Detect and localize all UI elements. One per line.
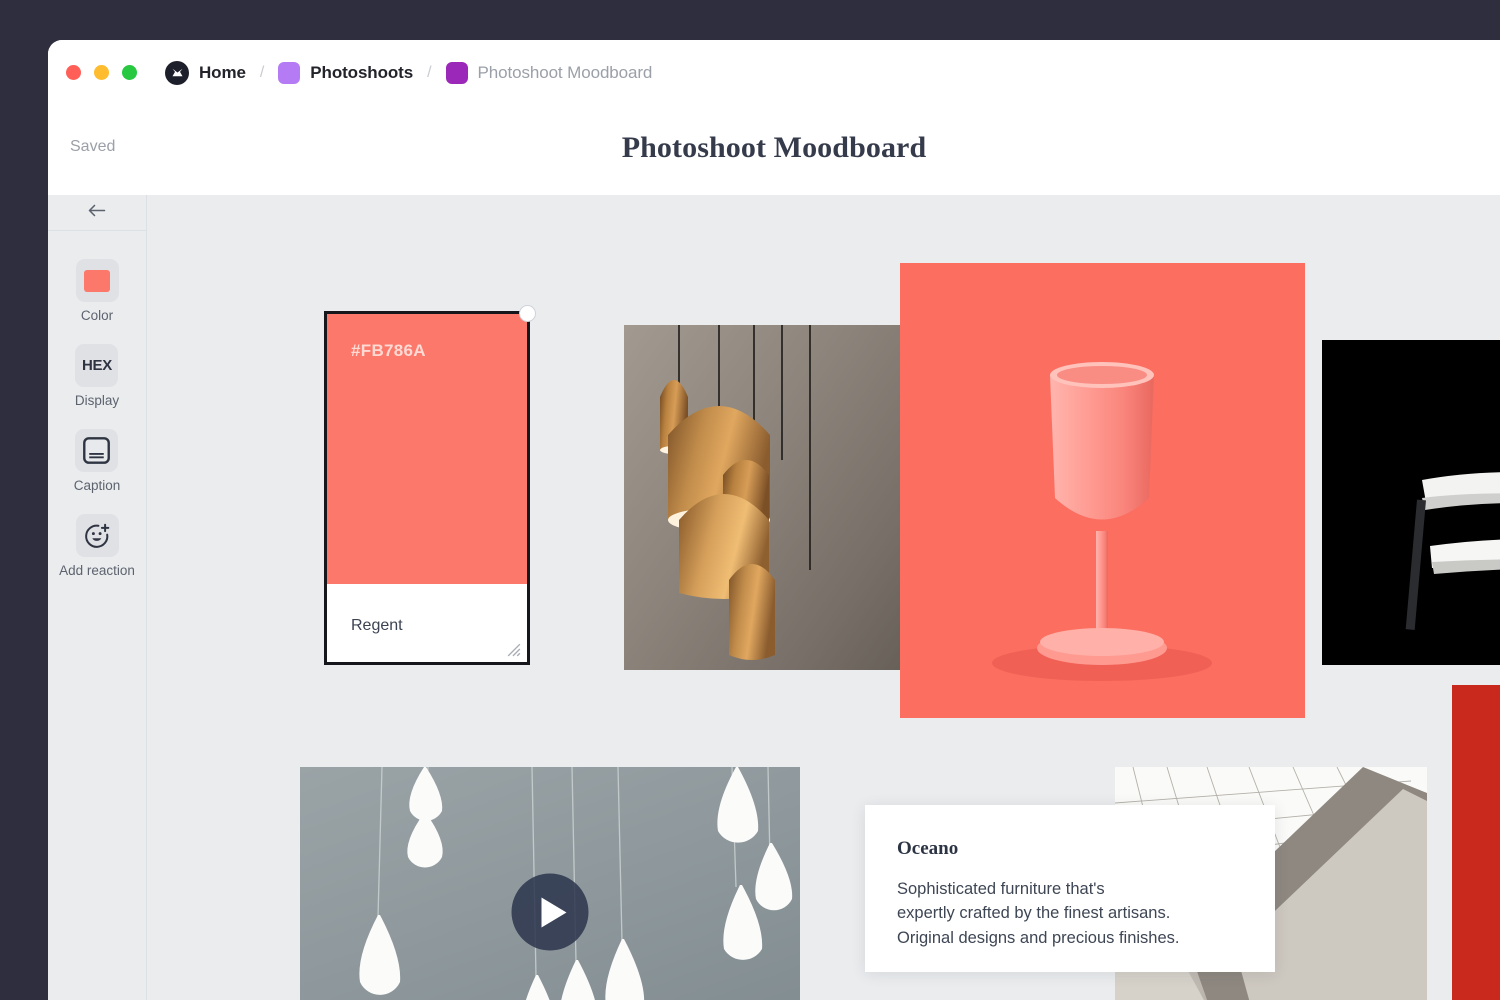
caption-body: Sophisticated furniture that's expertly … [897, 880, 1180, 947]
app-window: Home / Photoshoots / Photoshoot Moodboar… [48, 40, 1500, 1000]
breadcrumb-separator-2: / [427, 63, 432, 81]
red-panel-image[interactable] [1452, 685, 1500, 1000]
folder-swatch-icon-moodboard [445, 61, 468, 84]
color-hex-value: #FB786A [351, 341, 426, 360]
work-area: Color HEX Display Caption Add reaction #… [48, 195, 1500, 1000]
breadcrumb-label-home: Home [199, 62, 246, 82]
tool-label-add-reaction: Add reaction [59, 563, 135, 578]
page-title: Photoshoot Moodboard [621, 131, 927, 164]
left-toolbar: Color HEX Display Caption Add reaction [48, 195, 147, 1000]
resize-grip-icon[interactable] [505, 641, 522, 658]
tool-label-caption: Caption [73, 478, 121, 493]
titlebar: Home / Photoshoots / Photoshoot Moodboar… [48, 40, 1500, 105]
close-window-button[interactable] [66, 65, 81, 80]
play-triangle [541, 897, 566, 927]
traffic-lights [66, 65, 137, 80]
breadcrumb-item-home[interactable]: Home [165, 60, 246, 85]
moodboard-canvas[interactable]: #FB786A Regent Oceano Sophisticated furn… [147, 195, 1500, 1000]
toolbar-header [48, 195, 146, 231]
color-name-label: Regent [351, 617, 403, 634]
breadcrumb: Home / Photoshoots / Photoshoot Moodboar… [165, 60, 653, 85]
caption-icon [75, 429, 119, 472]
document-header: Saved Photoshoot Moodboard [48, 105, 1500, 195]
tool-caption[interactable]: Caption [73, 429, 121, 493]
hex-glyph: HEX [82, 357, 112, 374]
breadcrumb-item-photoshoots[interactable]: Photoshoots [278, 61, 414, 84]
color-swatch-card[interactable]: #FB786A Regent [324, 305, 536, 665]
minimize-window-button[interactable] [94, 65, 109, 80]
maximize-window-button[interactable] [122, 65, 137, 80]
tool-label-color: Color [80, 308, 114, 323]
home-badge-icon [165, 60, 189, 85]
tool-color[interactable]: Color [75, 259, 119, 323]
arrow-left-icon[interactable] [87, 203, 107, 223]
color-swatch-icon [75, 259, 119, 302]
resize-handle[interactable] [519, 305, 536, 322]
hex-icon: HEX [75, 344, 119, 387]
breadcrumb-separator-1: / [259, 63, 265, 81]
white-chair-on-black-image[interactable] [1322, 340, 1500, 665]
caption-title: Oceano [897, 838, 959, 859]
breadcrumb-item-moodboard[interactable]: Photoshoot Moodboard [445, 61, 653, 84]
breadcrumb-label-moodboard: Photoshoot Moodboard [477, 62, 653, 82]
pink-goblet-on-coral-image[interactable] [900, 263, 1305, 718]
caption-card[interactable]: Oceano Sophisticated furniture that's ex… [865, 805, 1275, 972]
tool-label-display: Display [74, 393, 120, 408]
tool-add-reaction[interactable]: Add reaction [59, 514, 135, 578]
white-teardrop-lights-video[interactable] [300, 767, 800, 1000]
breadcrumb-label-photoshoots: Photoshoots [310, 62, 414, 82]
add-reaction-icon [75, 514, 119, 557]
color-chip [84, 269, 110, 292]
play-icon[interactable] [511, 873, 589, 951]
tool-list: Color HEX Display Caption Add reaction [48, 231, 146, 578]
tool-display[interactable]: HEX Display [75, 344, 119, 408]
folder-swatch-icon-photoshoots [278, 61, 301, 84]
color-card-fill: #FB786A [327, 314, 527, 584]
